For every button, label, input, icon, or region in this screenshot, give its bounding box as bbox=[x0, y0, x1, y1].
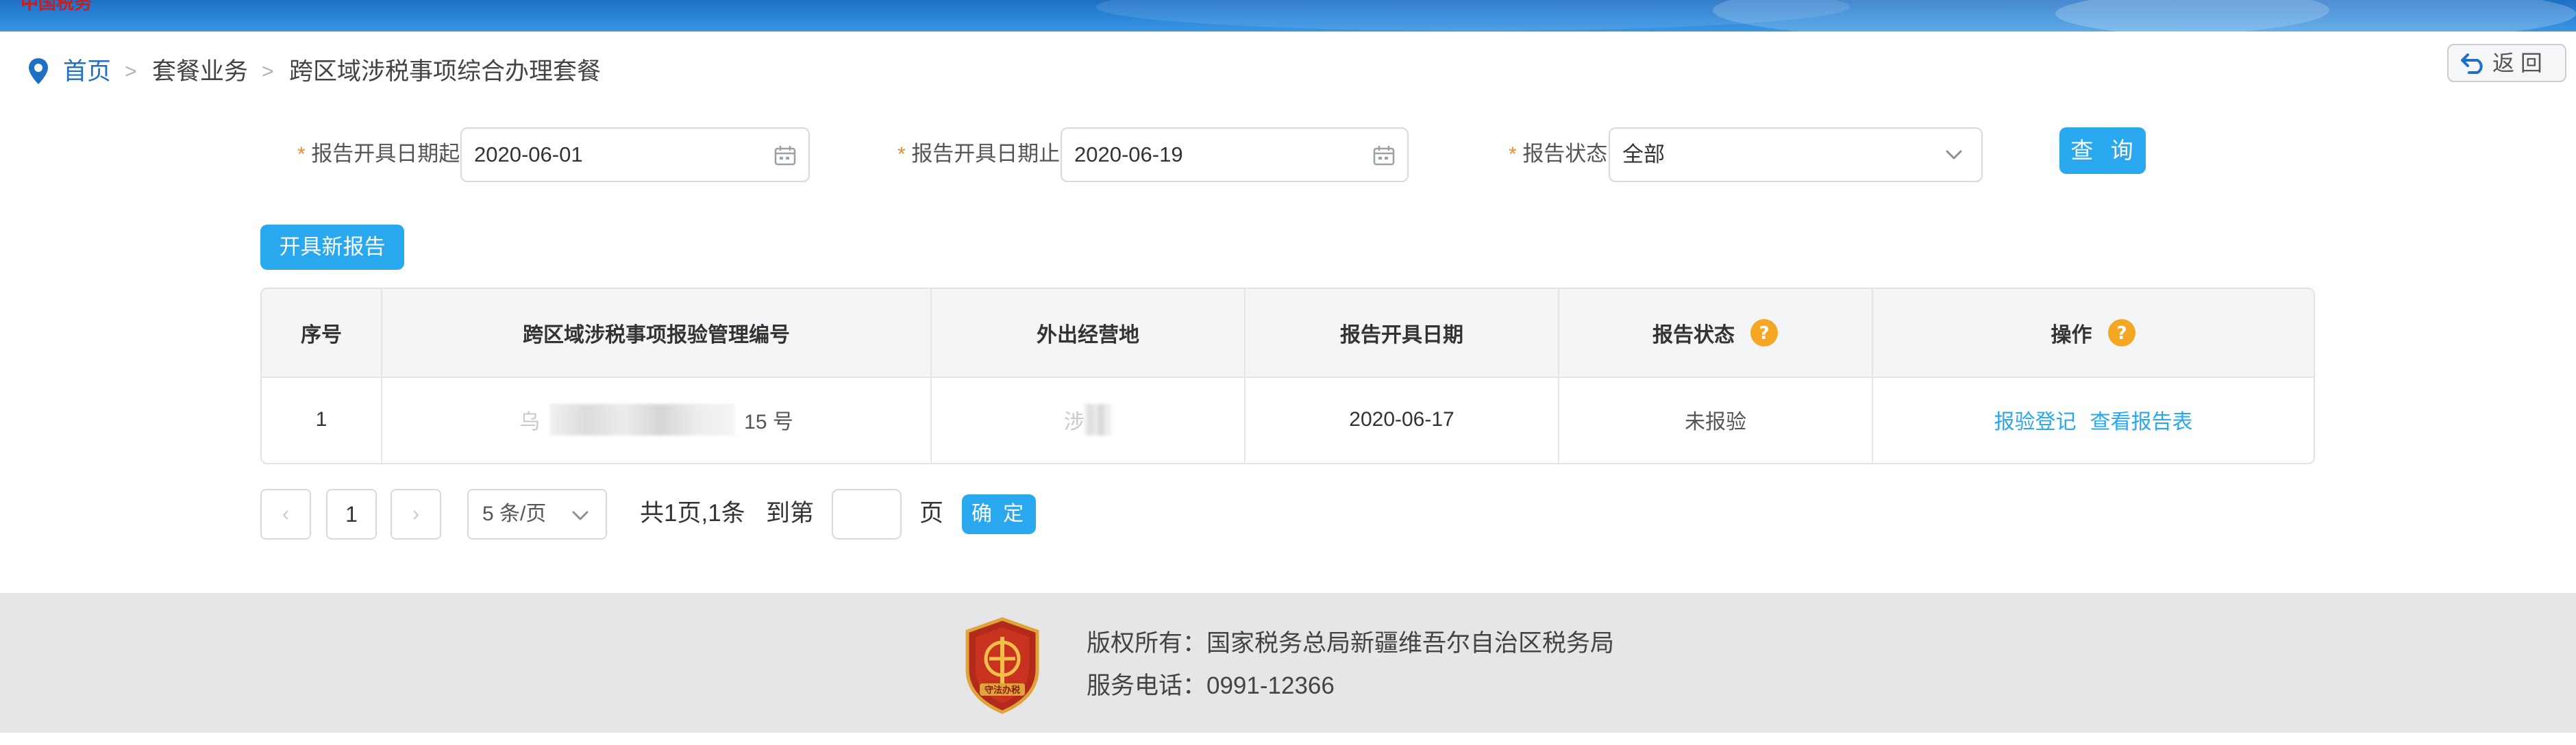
new-report-button[interactable]: 开具新报告 bbox=[260, 225, 404, 270]
date-from-label: * 报告开具日期起 bbox=[297, 138, 460, 170]
breadcrumb-separator: > bbox=[262, 60, 274, 83]
column-divider bbox=[381, 289, 382, 463]
row-code-suffix: 15 号 bbox=[744, 411, 793, 433]
register-inspection-link[interactable]: 报验登记 bbox=[1994, 405, 2077, 435]
current-page-button[interactable]: 1 bbox=[326, 489, 377, 540]
calendar-icon[interactable] bbox=[774, 145, 796, 166]
column-divider bbox=[1872, 289, 1873, 463]
banner-decoration bbox=[2055, 0, 2576, 31]
site-logo: 中国税务 bbox=[21, 0, 92, 14]
required-mark: * bbox=[897, 143, 906, 166]
page-unit-label: 页 bbox=[919, 500, 944, 527]
redacted-block bbox=[1085, 404, 1112, 435]
footer-copyright: 版权所有：国家税务总局新疆维吾尔自治区税务局 bbox=[1087, 630, 1615, 657]
return-arrow-icon bbox=[2461, 53, 2483, 74]
status-select-value: 全部 bbox=[1622, 142, 1665, 166]
date-to-label: * 报告开具日期止 bbox=[897, 138, 1060, 170]
redacted-block bbox=[549, 404, 735, 435]
location-pin-icon bbox=[29, 58, 48, 84]
row-actions: 报验登记 查看报告表 bbox=[1873, 377, 2314, 463]
breadcrumb-item-package[interactable]: 套餐业务 bbox=[152, 55, 248, 89]
chevron-down-icon bbox=[572, 511, 589, 520]
tax-bureau-badge-icon: 守法办税 bbox=[965, 617, 1039, 714]
date-to-input[interactable]: 2020-06-19 bbox=[1061, 127, 1409, 182]
status-label-text: 报告状态 bbox=[1522, 142, 1608, 166]
header-actions: 操作 ? bbox=[1873, 289, 2314, 377]
status-select[interactable]: 全部 bbox=[1609, 127, 1983, 182]
back-button-label: 返 回 bbox=[2492, 51, 2542, 75]
page-size-value: 5 条/页 bbox=[482, 503, 547, 525]
pagination-summary: 共1页,1条 bbox=[640, 500, 745, 527]
question-icon[interactable]: ? bbox=[2107, 318, 2136, 347]
badge-text: 守法办税 bbox=[984, 685, 1020, 696]
date-from-label-text: 报告开具日期起 bbox=[311, 142, 460, 166]
header-status-text: 报告状态 bbox=[1652, 324, 1735, 346]
report-table: 序号 跨区域涉税事项报验管理编号 外出经营地 报告开具日期 报告状态 ? 操作 … bbox=[260, 288, 2315, 464]
date-from-input[interactable]: 2020-06-01 bbox=[460, 127, 810, 182]
question-icon[interactable]: ? bbox=[1750, 318, 1779, 347]
header-code: 跨区域涉税事项报验管理编号 bbox=[523, 324, 790, 346]
row-location: 涉 bbox=[932, 377, 1244, 463]
page-size-select[interactable]: 5 条/页 bbox=[467, 489, 607, 540]
date-to-value: 2020-06-19 bbox=[1074, 142, 1183, 166]
status-label: * 报告状态 bbox=[1509, 138, 1607, 170]
header-date: 报告开具日期 bbox=[1340, 324, 1463, 346]
date-from-value: 2020-06-01 bbox=[474, 142, 583, 166]
row-code-prefix: 乌 bbox=[519, 411, 541, 433]
svg-text:?: ? bbox=[2116, 323, 2127, 344]
header-status: 报告状态 ? bbox=[1559, 289, 1872, 377]
calendar-icon[interactable] bbox=[1373, 145, 1395, 166]
goto-confirm-button[interactable]: 确 定 bbox=[962, 494, 1036, 534]
svg-text:?: ? bbox=[1759, 323, 1769, 344]
query-button[interactable]: 查 询 bbox=[2059, 127, 2146, 174]
goto-page-input[interactable] bbox=[832, 489, 902, 540]
chevron-down-icon bbox=[1946, 150, 1962, 160]
column-divider bbox=[1244, 289, 1246, 463]
date-to-label-text: 报告开具日期止 bbox=[911, 142, 1061, 166]
breadcrumb-home[interactable]: 首页 bbox=[63, 55, 111, 89]
row-location-prefix: 涉 bbox=[1064, 411, 1085, 433]
row-index: 1 bbox=[315, 408, 327, 431]
back-button[interactable]: 返 回 bbox=[2447, 44, 2566, 82]
view-report-link[interactable]: 查看报告表 bbox=[2090, 405, 2193, 435]
column-divider bbox=[930, 289, 932, 463]
table-header: 序号 跨区域涉税事项报验管理编号 外出经营地 报告开具日期 报告状态 ? 操作 … bbox=[262, 289, 2314, 378]
table-row: 1 乌 15 号 涉 2020-06-17 未报验 报验登记 查看报告表 bbox=[262, 377, 2314, 463]
row-date: 2020-06-17 bbox=[1349, 408, 1454, 431]
header-location: 外出经营地 bbox=[1037, 324, 1139, 346]
required-mark: * bbox=[1509, 143, 1517, 166]
breadcrumb-separator: > bbox=[125, 60, 137, 83]
breadcrumb-current: 跨区域涉税事项综合办理套餐 bbox=[289, 58, 602, 85]
prev-page-button[interactable]: ‹ bbox=[260, 489, 311, 540]
row-code: 乌 15 号 bbox=[382, 377, 930, 463]
page-footer bbox=[0, 593, 2576, 733]
next-page-button[interactable]: › bbox=[391, 489, 441, 540]
required-mark: * bbox=[297, 143, 306, 166]
row-status: 未报验 bbox=[1685, 411, 1746, 433]
goto-label: 到第 bbox=[766, 500, 815, 527]
column-divider bbox=[1558, 289, 1559, 463]
top-banner: 中国税务 bbox=[0, 0, 2576, 31]
header-actions-text: 操作 bbox=[2051, 324, 2092, 346]
header-index: 序号 bbox=[301, 324, 342, 346]
footer-phone: 服务电话：0991-12366 bbox=[1087, 672, 1335, 699]
